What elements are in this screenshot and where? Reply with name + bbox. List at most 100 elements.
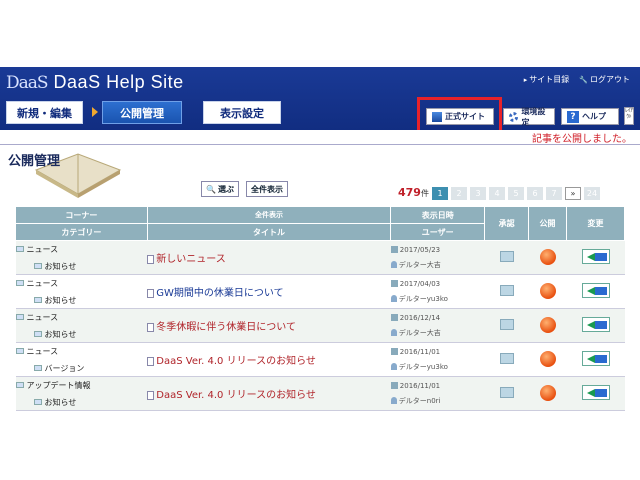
article-title-link[interactable]: 新しいニュース	[156, 254, 226, 265]
date-user-cell: 2016/11/01 デルターn0ri	[390, 376, 485, 411]
publish-cell	[528, 376, 567, 411]
show-all-button[interactable]: 全件表示	[246, 181, 288, 197]
select-label: 選ぶ	[217, 184, 234, 194]
pager: 1 2 3 4 5 6 7 » 24	[432, 187, 600, 200]
date-user-cell: 2016/11/01 デルターyu3ko	[390, 342, 485, 377]
arrow-icon	[92, 107, 98, 117]
header-title: タイトル	[146, 223, 392, 241]
change-cell	[566, 274, 625, 309]
publish-status-icon[interactable]	[539, 248, 556, 265]
corner-name: ニュース	[26, 312, 59, 322]
header-show-all[interactable]: 全件表示	[146, 206, 392, 224]
logout-label: ログアウト	[590, 75, 630, 84]
edit-icon[interactable]	[581, 385, 610, 400]
approve-cell	[484, 376, 529, 411]
help-button[interactable]: ? ヘルプ	[561, 108, 619, 125]
page-7[interactable]: 7	[546, 187, 562, 200]
calendar-icon	[390, 314, 398, 321]
edit-icon[interactable]	[581, 351, 610, 366]
approve-checkbox-icon[interactable]	[499, 353, 514, 364]
publish-status-icon[interactable]	[539, 282, 556, 299]
date-user-cell: 2016/12/14 デルター大吉	[390, 308, 485, 343]
tab-publish-management[interactable]: 公開管理	[102, 101, 182, 124]
page-2[interactable]: 2	[451, 187, 467, 200]
publish-status-icon[interactable]	[539, 350, 556, 367]
publish-cell	[528, 308, 567, 343]
document-icon	[147, 289, 155, 298]
publish-table: コーナー 全件表示 表示日時 承認 公開 変更 カテゴリー タイトル ユーザー …	[15, 206, 625, 411]
next-page[interactable]: »	[565, 187, 581, 200]
publish-status-icon[interactable]	[539, 384, 556, 401]
article-title-link[interactable]: DaaS Ver. 4.0 リリースのお知らせ	[156, 356, 316, 367]
header-date: 表示日時	[390, 206, 486, 224]
approve-checkbox-icon[interactable]	[499, 387, 514, 398]
article-title-link[interactable]: 冬季休暇に伴う休業日について	[156, 322, 296, 333]
approve-checkbox-icon[interactable]	[499, 319, 514, 330]
edit-icon[interactable]	[581, 283, 610, 298]
user-icon	[390, 261, 397, 268]
approve-checkbox-icon[interactable]	[499, 285, 514, 296]
page-3[interactable]: 3	[470, 187, 486, 200]
folder-icon	[33, 399, 42, 405]
corner-name: ニュース	[26, 244, 59, 254]
title-cell: GW期間中の休業日について	[147, 274, 391, 309]
calendar-icon	[390, 382, 398, 389]
last-page[interactable]: 24	[584, 187, 600, 200]
site-logo[interactable]: DaaS DaaS Help Site	[6, 72, 184, 93]
sitemap-label: サイト目録	[529, 75, 570, 84]
approve-cell	[484, 240, 529, 275]
user-icon	[390, 363, 397, 370]
header-corner: コーナー	[15, 206, 148, 224]
tab-new-edit[interactable]: 新規・編集	[6, 101, 83, 124]
header-category: カテゴリー	[15, 223, 148, 241]
page-4[interactable]: 4	[489, 187, 505, 200]
title-cell: DaaS Ver. 4.0 リリースのお知らせ	[147, 342, 391, 377]
layout-side-button[interactable]: ﾚｲｱｳﾄ	[624, 107, 634, 125]
change-cell	[566, 240, 625, 275]
logout-link[interactable]: 🔧 ログアウト	[579, 74, 630, 85]
user-icon	[390, 397, 397, 404]
folder-icon	[33, 365, 42, 371]
triangle-icon: ▸	[523, 75, 528, 84]
title-cell: 新しいニュース	[147, 240, 391, 275]
user-name: デルターyu3ko	[398, 294, 448, 303]
document-icon	[147, 255, 155, 264]
page-5[interactable]: 5	[508, 187, 524, 200]
corner-name: アップデート情報	[26, 380, 91, 390]
user-name: デルターn0ri	[398, 396, 441, 405]
corner-cell: アップデート情報 お知らせ	[15, 376, 148, 411]
table-row: アップデート情報 お知らせ DaaS Ver. 4.0 リリースのお知らせ 20…	[15, 376, 625, 411]
sitemap-link[interactable]: ▸ サイト目録	[524, 74, 570, 85]
article-title-link[interactable]: DaaS Ver. 4.0 リリースのお知らせ	[156, 390, 316, 401]
corner-name: ニュース	[26, 278, 59, 288]
folder-icon	[15, 382, 24, 388]
document-icon	[147, 357, 155, 366]
folder-icon	[33, 331, 42, 337]
folder-icon	[33, 297, 42, 303]
folder-icon	[15, 280, 24, 286]
change-cell	[566, 308, 625, 343]
environment-settings-label: 環境設定	[521, 106, 546, 127]
article-title-link[interactable]: GW期間中の休業日について	[156, 288, 283, 299]
edit-icon[interactable]	[581, 317, 610, 332]
date-value: 2017/04/03	[399, 279, 441, 288]
select-button[interactable]: 🔍 選ぶ	[201, 181, 239, 197]
logo-mark: DaaS	[6, 73, 49, 93]
date-value: 2016/12/14	[399, 313, 441, 322]
category-name: お知らせ	[44, 261, 77, 271]
publish-status-icon[interactable]	[539, 316, 556, 333]
document-icon	[147, 391, 155, 400]
tab-display-settings[interactable]: 表示設定	[203, 101, 281, 124]
approve-checkbox-icon[interactable]	[499, 251, 514, 262]
corner-name: ニュース	[26, 346, 59, 356]
edit-icon[interactable]	[581, 249, 610, 264]
approve-cell	[484, 308, 529, 343]
page-6[interactable]: 6	[527, 187, 543, 200]
folder-icon	[15, 246, 24, 252]
document-icon	[147, 323, 155, 332]
page-1[interactable]: 1	[432, 187, 448, 200]
help-label: ヘルプ	[582, 112, 606, 121]
folder-icon	[15, 348, 24, 354]
page-title: 公開管理	[8, 154, 61, 169]
environment-settings-button[interactable]: 環境設定	[503, 106, 555, 127]
